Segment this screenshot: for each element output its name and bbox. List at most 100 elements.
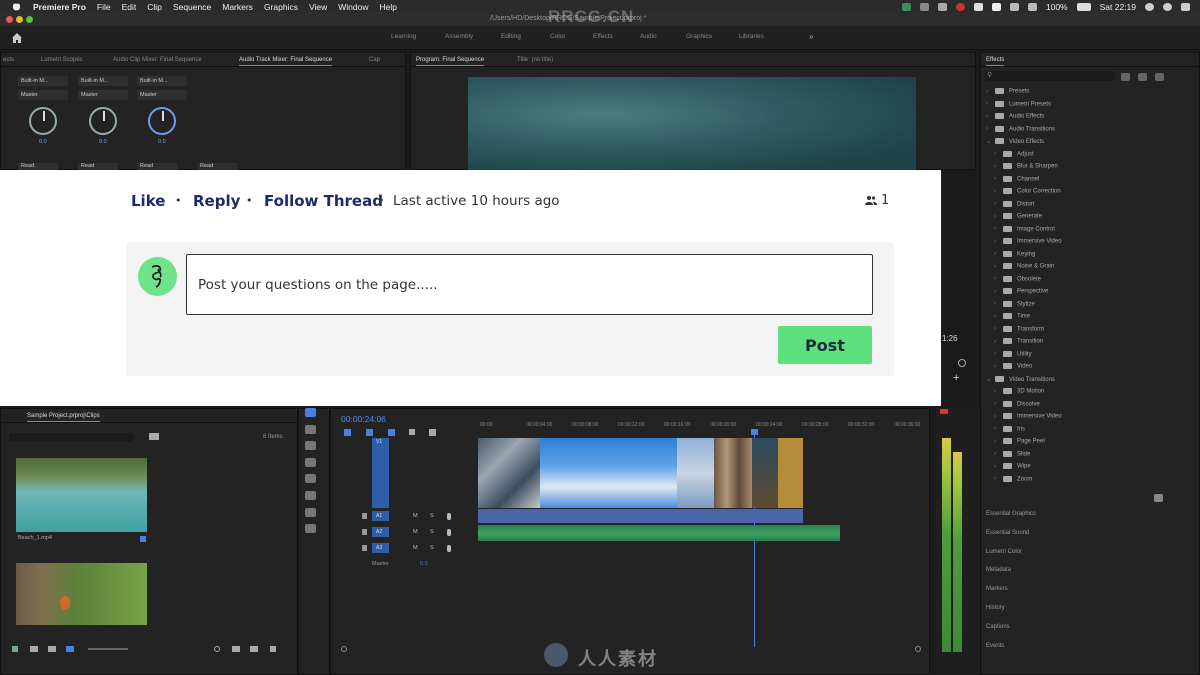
panel-link[interactable]: Events (986, 643, 1004, 649)
chevron-right-icon[interactable]: › (994, 239, 1000, 245)
menu-markers[interactable]: Markers (222, 2, 253, 12)
status-m-icon[interactable] (991, 2, 1001, 11)
clip-clouds[interactable] (677, 438, 714, 508)
panel-link[interactable]: Essential Graphics (986, 511, 1036, 517)
program-video-frame[interactable] (468, 77, 916, 171)
like-link[interactable]: Like (131, 192, 165, 210)
chevron-right-icon[interactable]: › (994, 164, 1000, 170)
list-view-icon[interactable] (30, 646, 38, 652)
clip-name-beach[interactable]: Beach_1.mp4 (18, 535, 52, 541)
chevron-right-icon[interactable]: › (994, 351, 1000, 357)
effects-tree-item[interactable]: › Iris (994, 425, 1025, 432)
channel-3-pan-knob[interactable] (148, 107, 176, 135)
siri-icon[interactable] (1163, 2, 1172, 11)
workspace-audio[interactable]: Audio (640, 33, 657, 40)
track-select-tool-icon[interactable] (305, 425, 316, 434)
new-bin-footer-icon[interactable] (232, 646, 240, 652)
workspace-effects[interactable]: Effects (593, 33, 613, 40)
effects-tree-item[interactable]: › Video (994, 363, 1032, 370)
post-button[interactable]: Post (778, 326, 872, 364)
solo-button[interactable]: S (430, 513, 434, 519)
effects-tree-item[interactable]: › Stylize (994, 300, 1035, 307)
track-target-a2[interactable]: A2 (372, 527, 389, 537)
razor-tool-icon[interactable] (305, 458, 316, 467)
effects-tree-item[interactable]: › Utility (994, 350, 1032, 357)
channel-2-pan-value[interactable]: 0.0 (99, 139, 107, 145)
effects-tree-item[interactable]: › Page Peel (994, 438, 1045, 445)
master-track-value[interactable]: 0.0 (420, 561, 428, 567)
tab-program-monitor[interactable]: Program: Final Sequence (416, 57, 485, 66)
battery-icon[interactable] (1076, 2, 1091, 11)
menu-window[interactable]: Window (338, 2, 368, 12)
lock-icon[interactable] (362, 545, 367, 551)
clip-thumbnail-bird[interactable] (16, 563, 147, 625)
status-cloud-icon[interactable] (973, 2, 983, 11)
effects-tree-item[interactable]: › Transform (994, 325, 1044, 332)
chevron-right-icon[interactable]: › (986, 101, 992, 107)
chevron-right-icon[interactable]: › (994, 289, 1000, 295)
chevron-right-icon[interactable]: › (994, 264, 1000, 270)
workspace-graphics[interactable]: Graphics (686, 33, 712, 40)
solo-button[interactable]: S (430, 545, 434, 551)
clip-sky[interactable] (540, 438, 677, 508)
menu-clip[interactable]: Clip (147, 2, 162, 12)
clip-v1-bar[interactable] (478, 509, 803, 523)
effects-tree-item[interactable]: › Audio Transitions (986, 125, 1055, 132)
effects-tree-item[interactable]: › Channel (994, 175, 1039, 182)
panel-link[interactable]: Markers (986, 586, 1008, 592)
chevron-right-icon[interactable]: › (994, 314, 1000, 320)
tab-captions-fragment[interactable]: Cap (369, 57, 380, 63)
chevron-right-icon[interactable]: › (994, 401, 1000, 407)
menu-sequence[interactable]: Sequence (173, 2, 211, 12)
menu-help[interactable]: Help (379, 2, 396, 12)
minimize-window-button[interactable] (16, 16, 23, 23)
chevron-right-icon[interactable]: › (994, 201, 1000, 207)
more-workspaces-icon[interactable]: » (809, 32, 813, 41)
monitor-settings-icon[interactable] (958, 359, 966, 367)
workspace-assembly[interactable]: Assembly (445, 33, 473, 40)
mute-button[interactable]: M (413, 513, 418, 519)
track-v1-header[interactable]: V1 (372, 438, 389, 508)
status-hat-icon[interactable] (937, 2, 947, 11)
chevron-right-icon[interactable]: › (994, 326, 1000, 332)
effects-tree-item[interactable]: › Presets (986, 88, 1029, 95)
effects-tree-item[interactable]: › Color Correction (994, 188, 1061, 195)
icon-view-icon[interactable] (48, 646, 56, 652)
effects-tree-item[interactable]: › Obsolete (994, 275, 1041, 282)
tab-title[interactable]: Title: (no title) (517, 57, 553, 63)
chevron-right-icon[interactable]: › (994, 214, 1000, 220)
accelerated-effects-icon[interactable] (1121, 73, 1130, 81)
effects-tree-item[interactable]: › Generate (994, 213, 1042, 220)
effects-tree-item[interactable]: › Lumetri Presets (986, 100, 1051, 107)
project-search-input[interactable] (9, 433, 133, 442)
new-item-icon[interactable] (250, 646, 258, 652)
track-target-a3[interactable]: A3 (372, 543, 389, 553)
spotlight-icon[interactable] (1145, 2, 1154, 11)
menu-file[interactable]: File (97, 2, 111, 12)
freeform-view-icon[interactable] (66, 646, 74, 652)
clip-bark[interactable] (714, 438, 752, 508)
clip-label-color[interactable] (140, 536, 146, 542)
status-bluetooth-icon[interactable] (1009, 2, 1019, 11)
chevron-right-icon[interactable]: › (994, 176, 1000, 182)
hand-tool-icon[interactable] (305, 508, 316, 517)
chevron-right-icon[interactable]: › (994, 476, 1000, 482)
comment-input[interactable] (186, 254, 873, 315)
chevron-right-icon[interactable]: › (986, 114, 992, 120)
effects-tree-item[interactable]: › Keying (994, 250, 1035, 257)
status-tool-icon[interactable] (919, 2, 929, 11)
channel-2-output-select[interactable]: Master (78, 90, 128, 100)
pen-tool-icon[interactable] (305, 491, 316, 500)
clip-thumbnail-beach[interactable] (16, 458, 147, 532)
effects-tree-item[interactable]: › 3D Motion (994, 388, 1044, 395)
effects-tree-item[interactable]: › Zoom (994, 475, 1032, 482)
timeline-scroll-left-handle[interactable] (341, 646, 347, 652)
new-bin-icon[interactable] (1154, 494, 1163, 502)
app-menu[interactable]: Premiere Pro (33, 2, 86, 12)
clip-waterfall[interactable] (478, 438, 540, 508)
clip-wood[interactable] (752, 438, 778, 508)
panel-link[interactable]: Captions (986, 624, 1010, 630)
chevron-right-icon[interactable]: › (994, 301, 1000, 307)
effects-search-input[interactable]: ⚲ (985, 71, 1115, 81)
panel-link[interactable]: Lumetri Color (986, 549, 1022, 555)
